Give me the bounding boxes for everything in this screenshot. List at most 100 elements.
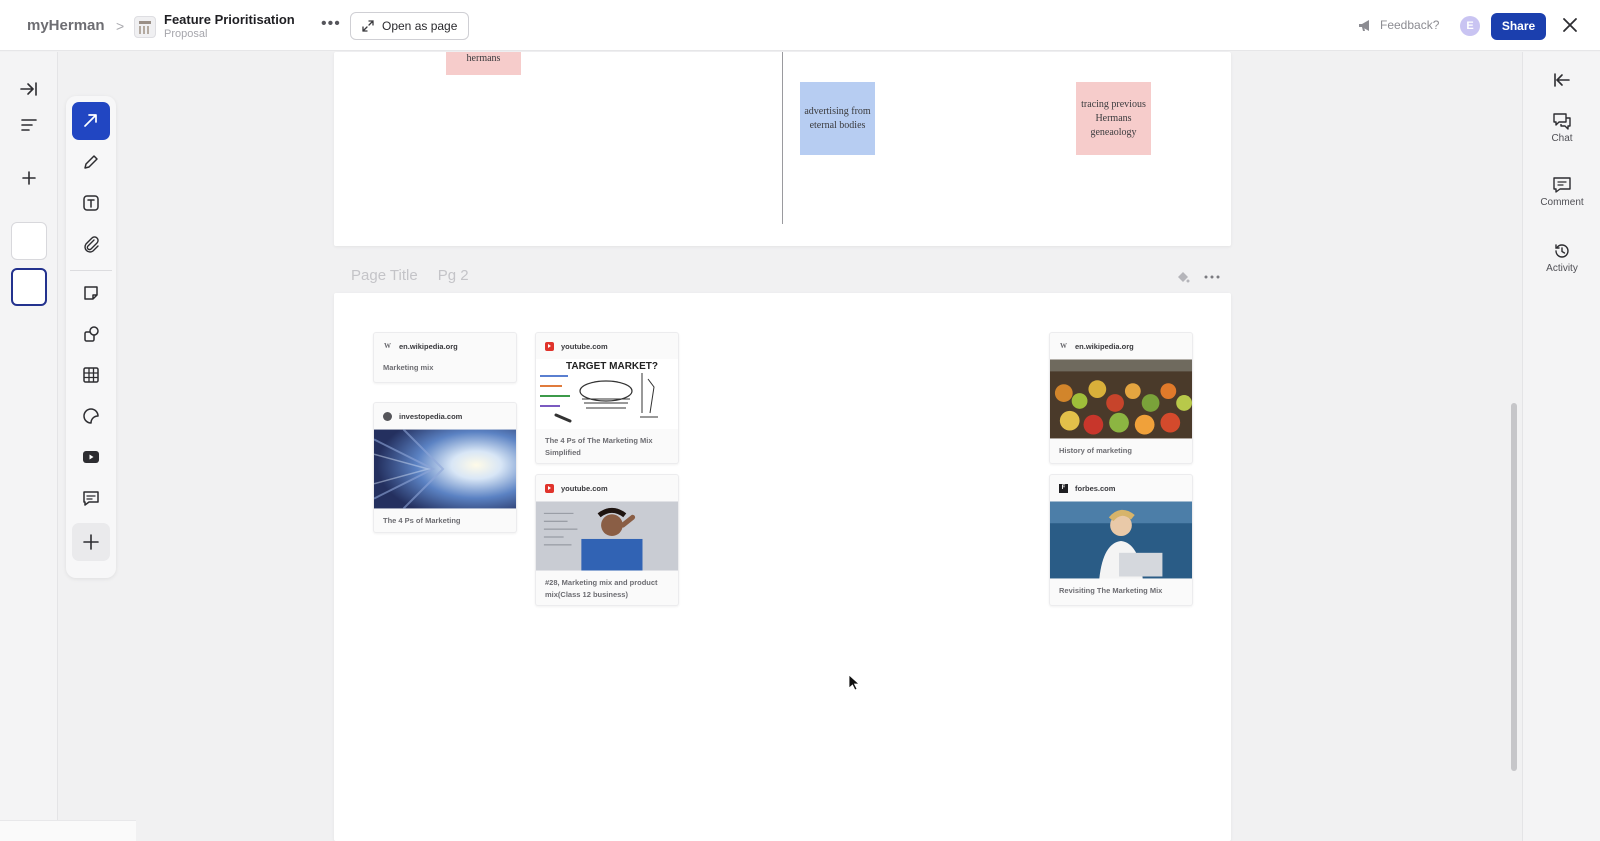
card-caption: The 4 Ps of The Marketing Mix Simplified	[545, 436, 653, 457]
text-tool[interactable]	[72, 184, 110, 222]
card-source-label: investopedia.com	[399, 411, 463, 421]
card-caption: History of marketing	[1059, 446, 1132, 455]
link-card[interactable]: investopedia.com The 4 Ps of Marketing	[373, 402, 517, 533]
feedback-button[interactable]: Feedback?	[1358, 18, 1439, 32]
sticker-icon	[83, 408, 99, 424]
right-rail: Chat Comment Activity	[1522, 52, 1600, 841]
expand-icon	[362, 20, 374, 32]
comment-button[interactable]: Comment	[1523, 176, 1600, 208]
card-caption: Revisiting The Marketing Mix	[1059, 586, 1163, 595]
youtube-icon	[545, 483, 554, 493]
card-thumbnail	[374, 429, 516, 509]
chat-label: Chat	[1551, 133, 1573, 144]
sticky-note-text: hermans	[466, 53, 501, 64]
video-tool[interactable]	[72, 438, 110, 476]
card-thumbnail	[536, 501, 678, 571]
activity-label: Activity	[1546, 263, 1578, 274]
card-source-label: youtube.com	[561, 341, 608, 351]
pages-rail	[0, 52, 58, 841]
mouse-cursor-icon	[848, 674, 860, 691]
paint-bucket-icon[interactable]	[1176, 270, 1190, 284]
sticker-tool[interactable]	[72, 397, 110, 435]
card-caption: The 4 Ps of Marketing	[383, 516, 461, 525]
page-thumbnail-1[interactable]	[11, 222, 47, 260]
tools-toolbar	[66, 96, 116, 578]
table-tool[interactable]	[72, 356, 110, 394]
card-source-label: en.wikipedia.org	[1075, 341, 1134, 351]
paperclip-icon	[84, 236, 99, 253]
outline-icon[interactable]	[18, 114, 40, 136]
page-thumbnail-2[interactable]	[11, 268, 47, 306]
card-thumbnail	[1050, 359, 1192, 439]
link-card[interactable]: Fforbes.com Revisiting The Marketing Mix	[1049, 474, 1193, 606]
link-card[interactable]: Wen.wikipedia.org Marketing mix	[373, 332, 517, 383]
link-card[interactable]: Wen.wikipedia.org History of marketing	[1049, 332, 1193, 464]
comment-label: Comment	[1540, 197, 1584, 208]
card-source: Fforbes.com	[1050, 475, 1192, 501]
sticky-note[interactable]: advertising from eternal bodies	[800, 82, 875, 155]
add-tool-button[interactable]	[72, 523, 110, 561]
sticky-note-text: advertising from eternal bodies	[804, 105, 871, 131]
more-horizontal-icon[interactable]	[1204, 274, 1220, 280]
plus-icon	[83, 534, 99, 550]
attach-tool[interactable]	[72, 225, 110, 263]
comment-tool[interactable]	[72, 479, 110, 517]
section-title[interactable]: Page Title	[351, 267, 418, 284]
collapse-right-panel-button[interactable]	[1523, 70, 1600, 93]
arrow-select-icon	[84, 114, 97, 127]
wikipedia-icon: W	[384, 342, 391, 350]
open-as-page-button[interactable]: Open as page	[350, 12, 469, 40]
youtube-icon	[545, 341, 554, 351]
more-options-button[interactable]: •••	[321, 15, 341, 33]
wikipedia-icon: W	[1060, 342, 1067, 350]
workspace-name[interactable]: myHerman	[27, 17, 105, 34]
feedback-label: Feedback?	[1380, 18, 1440, 32]
toolbar-divider	[70, 270, 112, 271]
open-as-page-label: Open as page	[382, 19, 458, 33]
history-clock-icon	[1555, 244, 1569, 258]
card-source-label: en.wikipedia.org	[399, 341, 458, 351]
share-button[interactable]: Share	[1491, 13, 1546, 40]
sticky-note-tool[interactable]	[72, 274, 110, 312]
forbes-icon: F	[1059, 483, 1068, 493]
top-bar: myHerman > Feature Prioritisation Propos…	[0, 0, 1600, 51]
card-caption: Marketing mix	[383, 363, 434, 372]
card-source: Wen.wikipedia.org	[374, 333, 516, 359]
card-source-label: forbes.com	[1075, 483, 1116, 493]
page-subtitle: Proposal	[164, 28, 208, 40]
shapes-tool[interactable]	[72, 315, 110, 353]
pencil-icon	[84, 155, 98, 169]
link-card[interactable]: youtube.com TARGET MARKET? The 4 Ps of T…	[535, 332, 679, 464]
chat-button[interactable]: Chat	[1523, 112, 1600, 144]
card-thumbnail	[1050, 501, 1192, 579]
chat-icon	[1553, 113, 1571, 130]
link-card[interactable]: youtube.com #28, Marketing mix and produ…	[535, 474, 679, 606]
breadcrumb-separator: >	[116, 18, 125, 34]
sticky-note[interactable]: hermans	[446, 52, 521, 75]
activity-button[interactable]: Activity	[1523, 242, 1600, 274]
board-divider-line	[782, 52, 783, 224]
collapse-left-arrow-icon	[1554, 73, 1570, 87]
shapes-icon	[84, 326, 99, 342]
sticky-note[interactable]: tracing previous Hermans geneaology	[1076, 82, 1151, 155]
megaphone-icon	[1359, 19, 1369, 31]
card-caption: #28, Marketing mix and product mix(Class…	[545, 578, 658, 599]
comment-bubble-icon	[83, 491, 99, 506]
sticky-note-text: tracing previous Hermans geneaology	[1081, 98, 1146, 138]
card-source: investopedia.com	[374, 403, 516, 429]
table-icon	[83, 367, 99, 383]
user-avatar[interactable]: E	[1460, 16, 1480, 36]
card-source: youtube.com	[536, 333, 678, 359]
app-screen: myHerman > Feature Prioritisation Propos…	[0, 0, 1600, 841]
pen-tool[interactable]	[72, 143, 110, 181]
rail-footer	[0, 820, 136, 841]
card-source: Wen.wikipedia.org	[1050, 333, 1192, 359]
select-tool[interactable]	[72, 102, 110, 140]
collapse-arrow-icon[interactable]	[18, 78, 40, 100]
investopedia-icon	[383, 411, 392, 421]
page-title[interactable]: Feature Prioritisation	[164, 12, 295, 27]
close-icon[interactable]	[1559, 14, 1581, 36]
canvas-scrollbar-thumb[interactable]	[1511, 403, 1517, 771]
card-thumbnail: TARGET MARKET?	[536, 359, 678, 429]
add-page-icon[interactable]	[18, 167, 40, 189]
